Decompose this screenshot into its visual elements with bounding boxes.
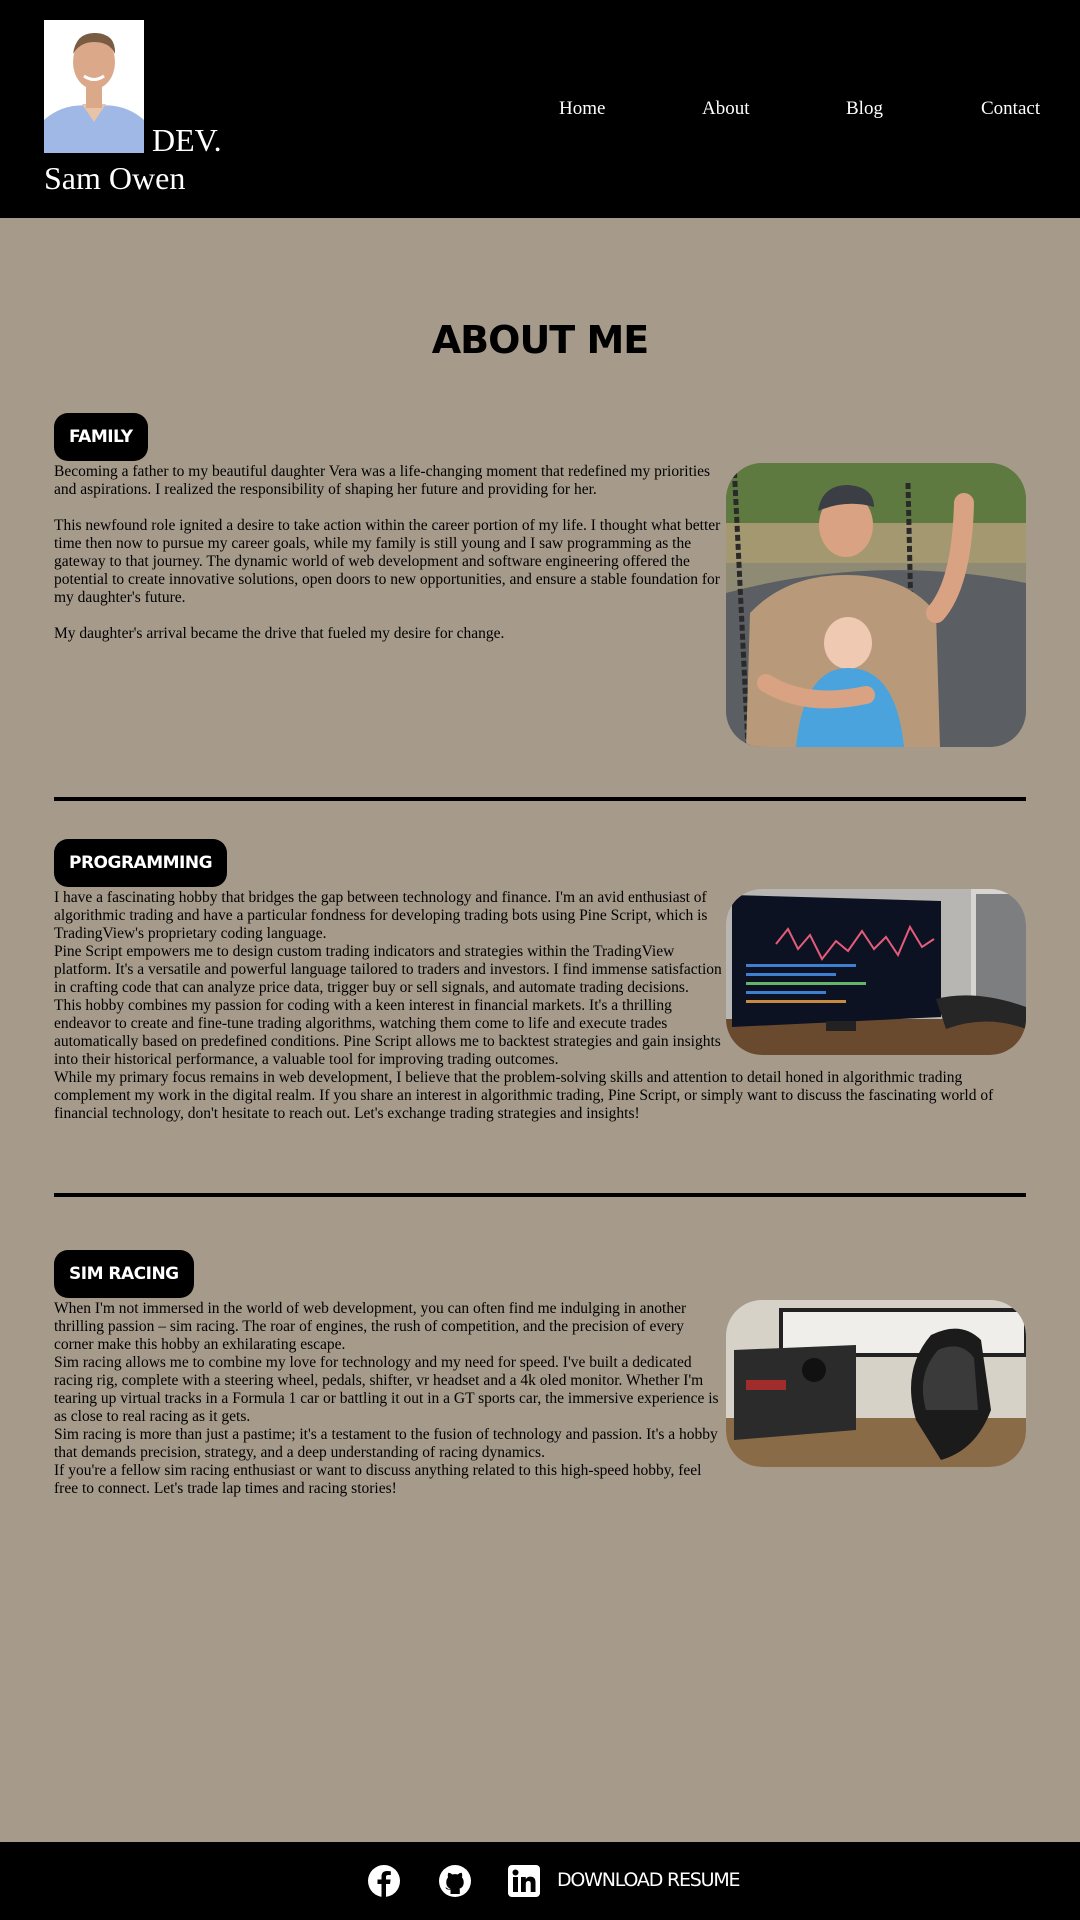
programming-paragraph: Pine Script empowers me to design custom… — [54, 943, 722, 996]
family-paragraph: My daughter's arrival became the drive t… — [54, 625, 505, 642]
sim-racing-badge: SIM RACING — [54, 1250, 194, 1298]
avatar — [44, 20, 144, 153]
programming-badge: PROGRAMMING — [54, 839, 228, 887]
site-header: DEV. Sam Owen Home About Blog Contact — [0, 0, 1080, 218]
programming-paragraph: While my primary focus remains in web de… — [54, 1069, 994, 1122]
family-paragraph: This newfound role ignited a desire to t… — [54, 517, 721, 606]
sim-racing-paragraph: If you're a fellow sim racing enthusiast… — [54, 1462, 702, 1497]
sim-racing-paragraph: Sim racing allows me to combine my love … — [54, 1354, 719, 1425]
sim-racing-paragraph: When I'm not immersed in the world of we… — [54, 1300, 687, 1353]
sim-racing-photo — [726, 1300, 1026, 1467]
brand-dev: DEV. — [152, 122, 222, 158]
family-paragraph: Becoming a father to my beautiful daught… — [54, 463, 711, 498]
programming-paragraph: I have a fascinating hobby that bridges … — [54, 889, 708, 942]
github-icon[interactable] — [438, 1864, 472, 1898]
download-resume-link[interactable]: DOWNLOAD RESUME — [557, 1869, 741, 1891]
nav-home[interactable]: Home — [559, 98, 605, 120]
facebook-icon[interactable] — [367, 1864, 401, 1898]
sim-racing-text: When I'm not immersed in the world of we… — [54, 1300, 726, 1498]
family-photo — [726, 463, 1026, 747]
nav-contact[interactable]: Contact — [981, 98, 1040, 120]
nav-blog[interactable]: Blog — [846, 98, 883, 120]
family-text: Becoming a father to my beautiful daught… — [54, 463, 724, 643]
brand-name: Sam Owen — [44, 160, 186, 196]
page-title: ABOUT ME — [431, 318, 649, 362]
family-badge: FAMILY — [54, 413, 148, 461]
linkedin-icon[interactable] — [507, 1864, 541, 1898]
nav-about[interactable]: About — [702, 98, 750, 120]
site-footer: DOWNLOAD RESUME — [0, 1842, 1080, 1920]
section-divider — [54, 1193, 1026, 1197]
programming-photo — [726, 889, 1026, 1055]
programming-paragraph: This hobby combines my passion for codin… — [54, 997, 721, 1068]
sim-racing-paragraph: Sim racing is more than just a pastime; … — [54, 1426, 718, 1461]
section-divider — [54, 797, 1026, 801]
